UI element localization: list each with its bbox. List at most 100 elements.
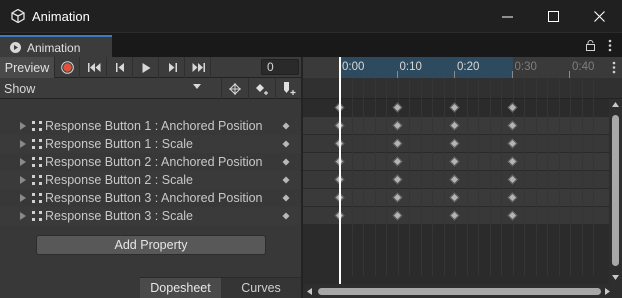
grid-line: [501, 78, 502, 276]
unity-logo-icon: [11, 9, 25, 23]
first-keyframe-icon: [87, 63, 100, 72]
kebab-menu-icon[interactable]: [608, 39, 612, 52]
rect-transform-icon: [32, 193, 42, 203]
maximize-icon: [547, 10, 559, 22]
scroll-right-icon[interactable]: [605, 288, 610, 295]
keyframe-toggle-icon[interactable]: [282, 122, 290, 130]
tab-animation[interactable]: Animation: [0, 35, 112, 58]
property-label: Response Button 1 : Scale: [45, 137, 194, 151]
keyframe-toggle-icon[interactable]: [282, 140, 290, 148]
property-row[interactable]: Response Button 2 : Anchored Position: [0, 153, 301, 171]
keyframe-toggle-icon[interactable]: [282, 176, 290, 184]
play-button[interactable]: [134, 57, 159, 78]
hierarchy-panel: Preview 0 Show Response Button 1: Ancho…: [0, 57, 301, 298]
vertical-scrollbar[interactable]: [609, 99, 622, 284]
grid-line: [432, 78, 433, 276]
grid-line: [593, 78, 594, 276]
scroll-up-icon[interactable]: [612, 102, 619, 107]
playhead[interactable]: [339, 57, 341, 284]
add-keyframe-button[interactable]: [248, 78, 275, 99]
add-keyframe-icon: [256, 83, 268, 95]
rect-transform-icon: [32, 175, 42, 185]
lock-icon[interactable]: [586, 40, 595, 51]
property-row[interactable]: Response Button 1 : Scale: [0, 135, 301, 153]
keyframe-toggle-icon[interactable]: [282, 158, 290, 166]
show-dropdown-label: Show: [4, 81, 36, 96]
tab-label: Animation: [27, 40, 81, 55]
ruler-tick-label: 0:00: [342, 61, 365, 73]
ruler-tick: [511, 71, 513, 78]
keyframe-toggle-icon[interactable]: [282, 212, 290, 220]
grid-line: [581, 78, 583, 276]
horizontal-scroll-thumb[interactable]: [318, 288, 601, 295]
kebab-menu-icon[interactable]: [612, 61, 616, 74]
foldout-arrow-icon[interactable]: [20, 194, 26, 202]
preview-button[interactable]: Preview: [0, 57, 55, 78]
property-row[interactable]: Response Button 2 : Scale: [0, 171, 301, 189]
grid-line: [386, 78, 387, 276]
window-titlebar: Animation: [0, 0, 622, 32]
rect-transform-icon: [32, 157, 42, 167]
frame-field[interactable]: 0: [261, 59, 299, 75]
ruler-tick: [396, 71, 398, 78]
grid-line: [351, 78, 353, 276]
close-icon: [593, 10, 605, 22]
record-icon: [60, 61, 74, 74]
property-label: Response Button 2 : Anchored Position: [45, 155, 263, 169]
filter-icon: [229, 82, 241, 95]
property-row[interactable]: Response Button 3 : Anchored Position: [0, 189, 301, 207]
property-row[interactable]: Response Button 1 : Anchored Position: [0, 117, 301, 135]
tab-curves[interactable]: Curves: [221, 277, 301, 298]
grid-line: [489, 78, 491, 276]
grid-line: [466, 78, 468, 276]
scroll-down-icon[interactable]: [612, 275, 619, 280]
grid-line: [409, 78, 410, 276]
grid-line: [478, 78, 479, 276]
close-button[interactable]: [576, 0, 622, 32]
record-button[interactable]: [55, 57, 80, 78]
tab-dopesheet[interactable]: Dopesheet: [140, 277, 221, 298]
grid-line: [535, 78, 537, 276]
vertical-scroll-thumb[interactable]: [612, 115, 619, 266]
minimize-button[interactable]: [484, 0, 530, 32]
rect-transform-icon: [32, 121, 42, 131]
last-keyframe-icon: [192, 63, 205, 72]
add-property-button[interactable]: Add Property: [36, 235, 266, 255]
tab-strip: Animation: [0, 32, 622, 58]
property-row[interactable]: Response Button 3 : Scale: [0, 207, 301, 225]
property-label: Response Button 1 : Anchored Position: [45, 119, 263, 133]
foldout-arrow-icon[interactable]: [20, 122, 26, 130]
minimize-icon: [501, 16, 513, 17]
add-event-icon: [284, 82, 296, 95]
next-keyframe-button[interactable]: [160, 57, 185, 78]
rect-transform-icon: [32, 211, 42, 221]
foldout-arrow-icon[interactable]: [20, 176, 26, 184]
dopesheet-panel[interactable]: 0:00 0:10 0:20 0:30 0:40: [303, 57, 622, 298]
time-ruler[interactable]: 0:00 0:10 0:20 0:30 0:40: [303, 57, 622, 78]
filter-button[interactable]: [221, 78, 248, 99]
ruler-tick-label: 0:40: [572, 61, 595, 73]
horizontal-scrollbar[interactable]: [303, 284, 622, 298]
previous-keyframe-icon: [115, 63, 124, 72]
playback-toolbar: Preview 0: [0, 57, 301, 78]
last-keyframe-button[interactable]: [186, 57, 211, 78]
scroll-left-icon[interactable]: [307, 288, 312, 295]
foldout-arrow-icon[interactable]: [20, 140, 26, 148]
show-dropdown[interactable]: Show: [0, 78, 207, 99]
foldout-arrow-icon[interactable]: [20, 212, 26, 220]
keyframe-toggle-icon[interactable]: [282, 194, 290, 202]
maximize-button[interactable]: [530, 0, 576, 32]
previous-keyframe-button[interactable]: [108, 57, 133, 78]
ruler-tick: [569, 71, 570, 78]
foldout-arrow-icon[interactable]: [20, 158, 26, 166]
add-event-button[interactable]: [275, 78, 302, 99]
first-keyframe-button[interactable]: [82, 57, 107, 78]
animation-icon: [10, 42, 21, 53]
chevron-down-icon: [193, 84, 201, 89]
ruler-tick: [454, 71, 455, 78]
grid-line: [420, 78, 422, 276]
grid-line: [443, 78, 445, 276]
ruler-tick-label: 0:20: [457, 61, 480, 73]
grid-line: [524, 78, 525, 276]
property-label: Response Button 3 : Scale: [45, 209, 194, 223]
